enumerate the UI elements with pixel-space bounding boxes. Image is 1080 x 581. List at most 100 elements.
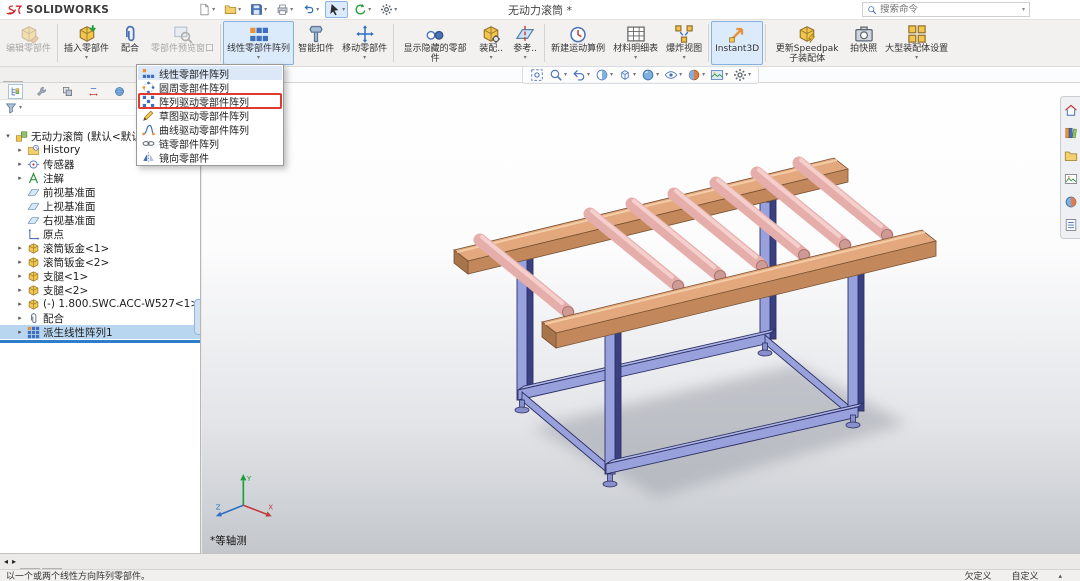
linear-component-pattern-button[interactable]: 线性零部件阵列 ▾ xyxy=(223,21,294,65)
tree-item-annotations[interactable]: ▸ 注解 xyxy=(0,171,200,185)
menu-chain-pattern[interactable]: 链零部件阵列 xyxy=(138,136,282,150)
section-view-button[interactable]: ▾ xyxy=(593,68,615,82)
edit-component-button[interactable]: 编辑零部件 xyxy=(2,21,55,65)
options-button[interactable]: ▾ xyxy=(377,1,400,18)
tree-item-leg-2[interactable]: ▸ 支腿<2> xyxy=(0,283,200,297)
menu-circular-pattern[interactable]: 圆周零部件阵列 xyxy=(138,80,282,94)
select-button[interactable]: ▾ xyxy=(325,1,348,18)
tab-scroll-left-icon[interactable]: ◂ xyxy=(2,554,10,569)
apply-scene-button[interactable]: ▾ xyxy=(708,68,730,82)
dropdown-caret-icon: ▾ xyxy=(363,55,366,61)
print-button[interactable]: ▾ xyxy=(273,1,296,18)
update-speedpak-button[interactable]: 更新Speedpak子装配体 xyxy=(768,21,846,65)
menu-linear-pattern[interactable]: 线性零部件阵列 xyxy=(138,66,282,80)
expander-icon[interactable]: ▸ xyxy=(16,300,24,308)
expander-icon[interactable]: ▸ xyxy=(16,314,24,322)
library-icon[interactable] xyxy=(1064,126,1078,140)
zoom-to-fit-button[interactable] xyxy=(528,68,546,82)
menu-item[interactable] xyxy=(129,8,139,12)
menu-mirror-components[interactable]: 镜向零部件 xyxy=(138,150,282,164)
search-input[interactable] xyxy=(880,4,1019,15)
expander-icon[interactable]: ▾ xyxy=(4,132,12,140)
view-orientation-button[interactable]: ▾ xyxy=(616,68,638,82)
dropdown-caret-icon: ▾ xyxy=(564,72,567,78)
tree-item-derived-linear-pattern[interactable]: ▸ 派生线性阵列1 xyxy=(0,325,200,339)
expander-icon[interactable]: ▸ xyxy=(16,160,24,168)
expander-icon[interactable]: ▸ xyxy=(16,146,24,154)
model-roller-conveyor[interactable] xyxy=(202,82,1079,553)
open-file-button[interactable]: ▾ xyxy=(221,1,244,18)
expander-icon[interactable]: ▸ xyxy=(16,258,24,266)
take-snapshot-button[interactable]: 拍快照 xyxy=(846,21,881,65)
assembly-features-button[interactable]: 装配.. ▾ xyxy=(474,21,508,65)
display-style-button[interactable]: ▾ xyxy=(639,68,661,82)
show-hidden-components-button[interactable]: 显示隐藏的零部件 xyxy=(396,21,474,65)
new-file-button[interactable]: ▾ xyxy=(195,1,218,18)
tab-scroll-right-icon[interactable]: ▸ xyxy=(10,554,18,569)
expander-icon[interactable]: ▸ xyxy=(16,286,24,294)
palette-icon[interactable] xyxy=(1064,172,1078,186)
previous-view-button[interactable]: ▾ xyxy=(570,68,592,82)
property-icon[interactable] xyxy=(34,84,49,99)
edit-appearance-button[interactable]: ▾ xyxy=(685,68,707,82)
insert-components-button[interactable]: 插入零部件 ▾ xyxy=(60,21,113,65)
expander-icon[interactable]: ▸ xyxy=(16,328,24,336)
expander-icon[interactable]: ▸ xyxy=(16,272,24,280)
bill-of-materials-button[interactable]: 材料明细表 ▾ xyxy=(609,21,662,65)
tree-item-top-plane[interactable]: ▸ 上视基准面 xyxy=(0,199,200,213)
search-command-box[interactable]: ▾ xyxy=(862,2,1030,17)
dropdown-caret-icon: ▾ xyxy=(212,7,215,13)
menu-item[interactable] xyxy=(118,8,128,12)
menu-item[interactable] xyxy=(140,8,150,12)
configuration-icon[interactable] xyxy=(60,84,75,99)
expander-icon[interactable]: ▸ xyxy=(16,174,24,182)
sphere-icon[interactable] xyxy=(1064,195,1078,209)
filter-funnel-icon[interactable] xyxy=(5,102,17,114)
tree-item-acc-w527[interactable]: ▸ (-) 1.800.SWC.ACC-W527<1> xyxy=(0,297,200,311)
search-caret-icon[interactable]: ▾ xyxy=(1022,6,1025,13)
dimxpert-icon[interactable] xyxy=(86,84,101,99)
commandmanager-tab[interactable] xyxy=(3,81,23,82)
home-icon[interactable] xyxy=(1064,103,1078,117)
exploded-view-button[interactable]: 爆炸视图 ▾ xyxy=(662,21,706,65)
tree-item-front-plane[interactable]: ▸ 前视基准面 xyxy=(0,185,200,199)
props-icon[interactable] xyxy=(1064,218,1078,232)
reference-geometry-button[interactable]: 参考.. ▾ xyxy=(508,21,542,65)
filter-caret-icon[interactable]: ▾ xyxy=(19,104,22,111)
large-assembly-settings-button[interactable]: 大型装配体设置 ▾ xyxy=(881,21,952,65)
move-component-button[interactable]: 移动零部件 ▾ xyxy=(338,21,391,65)
tree-item-roller-sheetmetal-1[interactable]: ▸ 滚筒钣金<1> xyxy=(0,241,200,255)
status-message: 以一个或两个线性方向阵列零部件。 xyxy=(6,569,150,581)
tree-item-origin[interactable]: ▸ 原点 xyxy=(0,227,200,241)
zoom-to-area-button[interactable]: ▾ xyxy=(547,68,569,82)
view-settings-button[interactable]: ▾ xyxy=(731,68,753,82)
status-expand-icon[interactable]: ▴ xyxy=(1058,572,1062,580)
smart-fasteners-button[interactable]: 智能扣件 xyxy=(294,21,338,65)
menu-item[interactable] xyxy=(173,8,183,12)
rebuild-button[interactable]: ▾ xyxy=(351,1,374,18)
tree-item-roller-sheetmetal-2[interactable]: ▸ 滚筒钣金<2> xyxy=(0,255,200,269)
hide-show-items-button[interactable]: ▾ xyxy=(662,68,684,82)
expander-icon[interactable]: ▸ xyxy=(16,244,24,252)
graphics-area[interactable]: Y X Z *等轴测 xyxy=(202,64,1080,553)
feature-tree-icon[interactable] xyxy=(8,84,23,99)
rollback-bar[interactable] xyxy=(0,340,200,343)
menu-sketch-driven[interactable]: 草图驱动零部件阵列 xyxy=(138,108,282,122)
undo-button[interactable]: ▾ xyxy=(299,1,322,18)
mate-button[interactable]: 配合 xyxy=(113,21,147,65)
component-preview-button[interactable]: 零部件预览窗口 xyxy=(147,21,218,65)
menu-item[interactable] xyxy=(162,8,172,12)
menu-curve-driven[interactable]: 曲线驱动零部件阵列 xyxy=(138,122,282,136)
panel-splitter[interactable] xyxy=(194,299,200,335)
new-motion-study-button[interactable]: 新建运动算例 xyxy=(547,21,609,65)
tree-item-right-plane[interactable]: ▸ 右视基准面 xyxy=(0,213,200,227)
menu-item[interactable] xyxy=(151,8,161,12)
instant3d-button[interactable]: Instant3D xyxy=(711,21,763,65)
save-button[interactable]: ▾ xyxy=(247,1,270,18)
tree-item-mates[interactable]: ▸ 配合 xyxy=(0,311,200,325)
menu-pattern-driven[interactable]: 阵列驱动零部件阵列 xyxy=(138,94,282,108)
tree-item-leg-1[interactable]: ▸ 支腿<1> xyxy=(0,269,200,283)
display-icon[interactable] xyxy=(112,84,127,99)
status-custom-button[interactable]: 自定义 xyxy=(1011,569,1038,581)
folder2-icon[interactable] xyxy=(1064,149,1078,163)
